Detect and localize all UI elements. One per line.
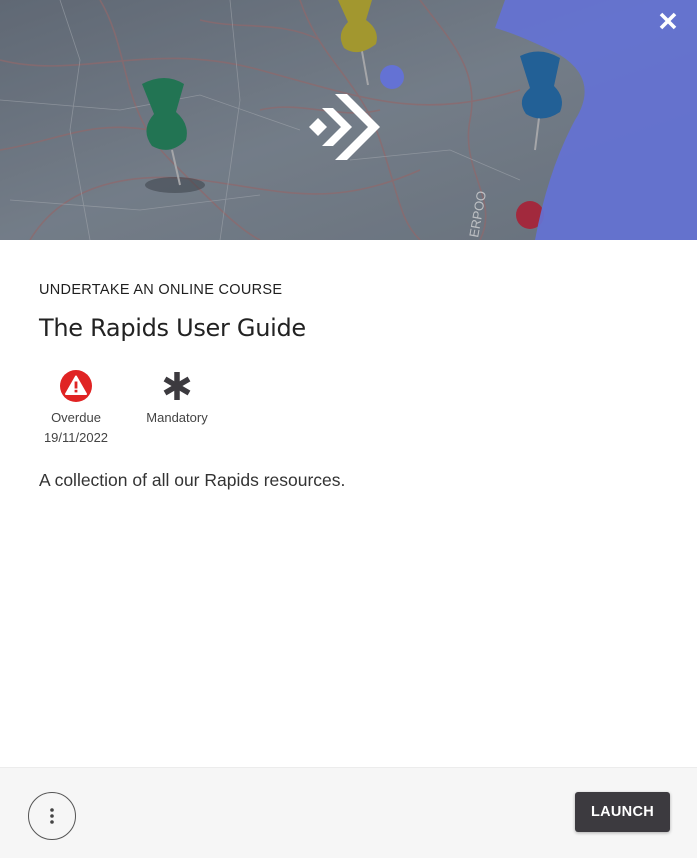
map-background: ERPOO	[0, 0, 697, 240]
close-button[interactable]	[659, 12, 685, 38]
footer-bar: LAUNCH	[0, 767, 697, 858]
overdue-label: Overdue	[51, 410, 101, 425]
mandatory-label: Mandatory	[146, 410, 208, 425]
course-title: The Rapids User Guide	[39, 314, 306, 342]
course-meta: Overdue 19/11/2022 Mandatory	[39, 370, 658, 448]
due-date: 19/11/2022	[43, 430, 109, 445]
mandatory-status: Mandatory	[137, 370, 217, 448]
more-vertical-icon	[50, 808, 54, 824]
overdue-status: Overdue 19/11/2022	[39, 370, 113, 448]
course-details: UNDERTAKE AN ONLINE COURSE The Rapids Us…	[39, 280, 658, 491]
more-options-button[interactable]	[28, 792, 76, 840]
course-category: UNDERTAKE AN ONLINE COURSE	[39, 282, 283, 298]
launch-button[interactable]: LAUNCH	[575, 792, 670, 832]
course-description: A collection of all our Rapids resources…	[39, 470, 346, 490]
asterisk-icon	[163, 372, 191, 400]
warning-icon	[60, 370, 92, 402]
close-icon	[659, 12, 677, 30]
course-hero-image: ERPOO	[0, 0, 697, 240]
